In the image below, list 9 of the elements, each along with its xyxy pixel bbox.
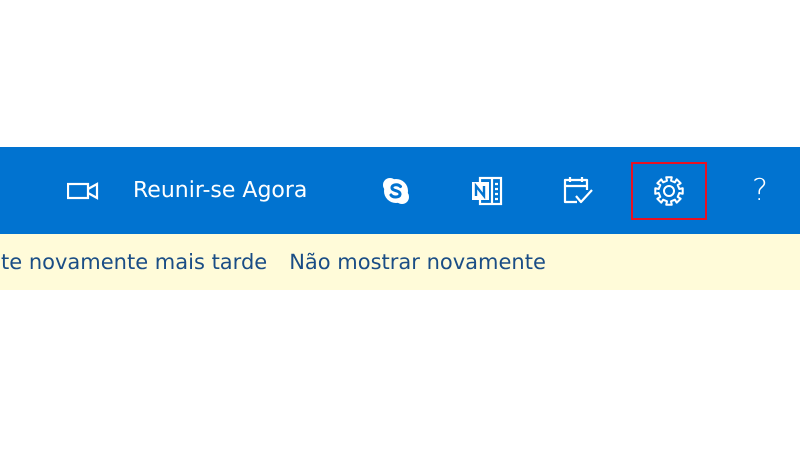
notice-message: te novamente mais tarde: [1, 250, 268, 274]
notebook-icon: [470, 176, 504, 206]
help-button[interactable]: ?: [722, 162, 798, 220]
dont-show-again-link[interactable]: Não mostrar novamente: [289, 250, 546, 274]
video-camera-icon: [67, 180, 99, 200]
settings-icon: [653, 174, 685, 206]
settings-button[interactable]: [631, 162, 707, 220]
skype-icon: [381, 176, 411, 206]
meet-now-button[interactable]: Reunir-se Agora: [121, 162, 358, 220]
